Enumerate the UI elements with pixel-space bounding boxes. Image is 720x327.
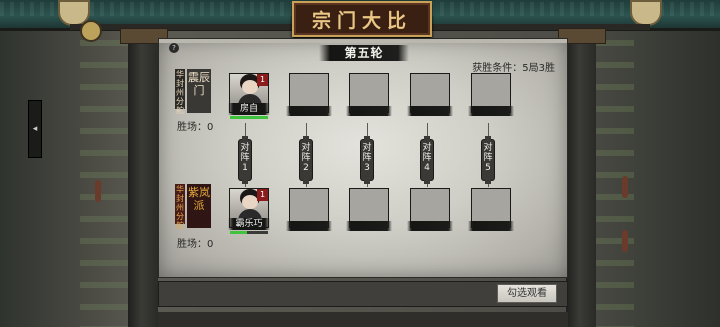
win-condition: 获胜条件：5局3胜 [472, 63, 555, 74]
team-2-banner: 华封州分舵 紫岚派 [175, 184, 211, 230]
empty-name-bar [407, 221, 453, 231]
roof-ornament-right [630, 0, 662, 26]
pillar-right [566, 28, 596, 327]
panel-top-edge [159, 39, 567, 43]
team-1-slot-5[interactable] [468, 73, 514, 116]
match-tag-3: 对阵3 [361, 136, 373, 184]
bottom-strip [158, 312, 568, 327]
page-title: 宗门大比 [311, 9, 412, 32]
empty-name-bar [286, 106, 332, 116]
rank-badge: 1 [257, 189, 268, 201]
collapse-tab[interactable]: ◂ [28, 100, 42, 158]
match-tag-2: 对阵2 [300, 136, 312, 184]
match-tag-1: 对阵1 [239, 136, 251, 184]
help-icon[interactable]: ? [169, 43, 179, 53]
team-2-slot-4[interactable] [407, 188, 453, 231]
lantern-icon [622, 176, 628, 198]
empty-name-bar [346, 106, 392, 116]
hp-bar-fill [230, 116, 268, 119]
round-banner: 第五轮 [319, 45, 409, 61]
pillar-left [128, 28, 158, 327]
title-plaque: 宗门大比 [292, 1, 432, 37]
empty-name-bar [468, 106, 514, 116]
team-2-slot-3[interactable] [346, 188, 392, 231]
team-2-slot-2[interactable] [286, 188, 332, 231]
lantern-icon [95, 180, 101, 202]
team-1-sect: 震辰门 [187, 69, 211, 113]
team-1-slot-4[interactable] [407, 73, 453, 116]
team-1-slot-1[interactable]: 1 房自 [228, 73, 270, 119]
decorative-shelves-left [80, 40, 128, 327]
avatar [242, 195, 258, 209]
player-name: 房自 [228, 103, 270, 115]
empty-name-bar [468, 221, 514, 231]
match-tag-5: 对阵5 [482, 136, 494, 184]
team-2-slot-1[interactable]: 1 霸乐巧 [228, 188, 270, 234]
lantern-icon [622, 230, 628, 252]
watch-selected-button[interactable]: 勾选观看 [497, 284, 557, 303]
empty-name-bar [407, 106, 453, 116]
empty-name-bar [346, 221, 392, 231]
team-2-sect: 紫岚派 [187, 184, 211, 228]
team-1-slot-2[interactable] [286, 73, 332, 116]
empty-name-bar [286, 221, 332, 231]
avatar [242, 80, 258, 94]
team-2-wins: 胜场：0 [177, 239, 214, 250]
match-tag-4: 对阵4 [421, 136, 433, 184]
round-label: 第五轮 [344, 46, 384, 60]
team-2-region: 华封州分舵 [175, 184, 185, 230]
team-1-wins: 胜场：0 [177, 122, 214, 133]
tournament-panel: ? 第五轮 获胜条件：5局3胜 华封州分舵 震辰门 胜场：0 1 房自 对阵1 … [158, 38, 568, 278]
team-2-slot-5[interactable] [468, 188, 514, 231]
team-1-region: 华封州分舵 [175, 69, 185, 115]
emblem-icon [80, 20, 102, 42]
team-1-banner: 华封州分舵 震辰门 [175, 69, 211, 115]
rank-badge: 1 [257, 74, 268, 86]
player-name: 霸乐巧 [228, 218, 270, 230]
team-1-slot-3[interactable] [346, 73, 392, 116]
hp-bar-fill [230, 231, 248, 234]
